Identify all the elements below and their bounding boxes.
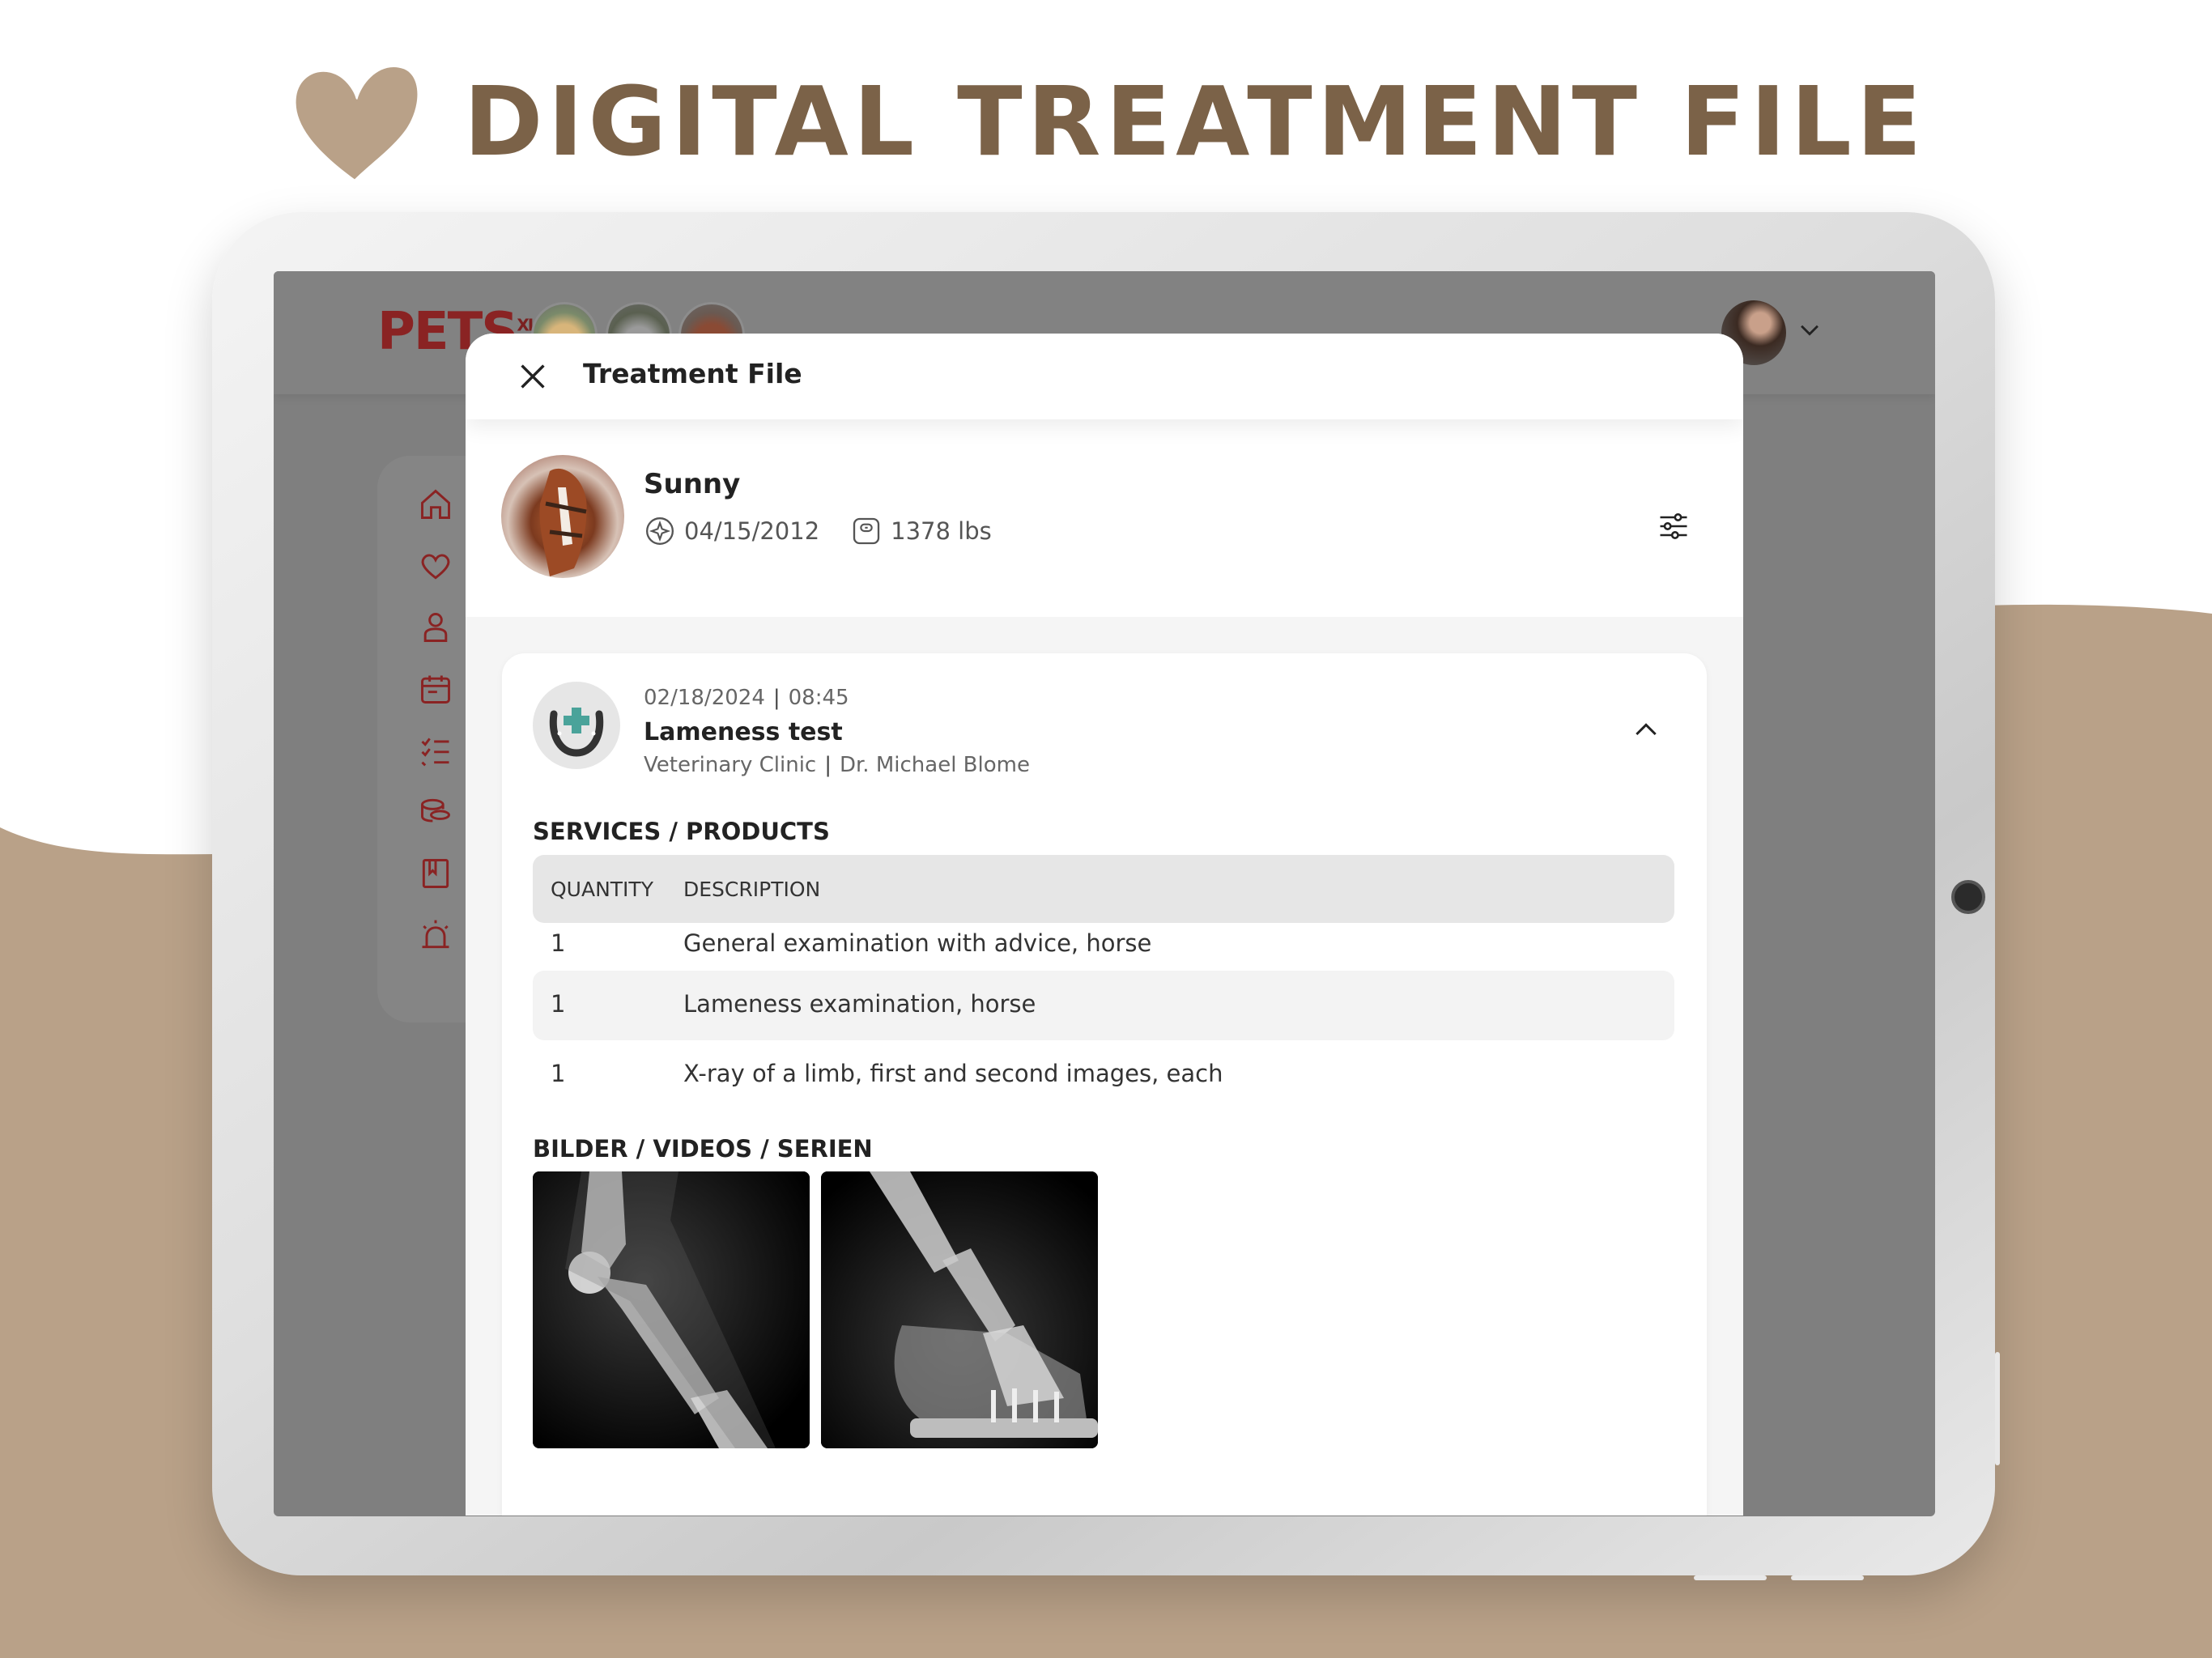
modal-header: Treatment File: [466, 334, 1743, 419]
home-icon[interactable]: [418, 487, 453, 522]
chevron-up-icon[interactable]: [1630, 714, 1662, 746]
pet-info: Sunny 04/15/2012 1378 lbs: [466, 419, 1743, 617]
weight-icon: [853, 517, 880, 545]
treatment-title: Lameness test: [644, 718, 843, 746]
table-row: 1 General examination with advice, horse: [533, 923, 1674, 968]
heart-icon[interactable]: [418, 548, 453, 584]
headline: DIGITAL TREATMENT FILE: [0, 45, 2212, 198]
pet-meta: 04/15/2012 1378 lbs: [644, 515, 992, 547]
services-heading: SERVICES / PRODUCTS: [533, 818, 830, 845]
tablet-bottom-button: [1694, 1575, 1767, 1580]
treatment-datetime: 02/18/2024 | 08:45: [644, 686, 849, 710]
tablet-bottom-button: [1791, 1575, 1864, 1580]
vet-icon[interactable]: [418, 610, 453, 645]
services-table-header: QUANTITY DESCRIPTION: [533, 855, 1674, 923]
tablet-side-button: [1995, 1352, 2000, 1465]
treatment-card: 02/18/2024 | 08:45 Lameness test Veterinar…: [502, 653, 1707, 1516]
pet-name: Sunny: [644, 468, 741, 500]
xray-image[interactable]: [821, 1171, 1098, 1448]
column-quantity: QUANTITY: [551, 878, 653, 901]
checklist-icon[interactable]: [418, 733, 453, 768]
media-heading: BILDER / VIDEOS / SERIEN: [533, 1135, 873, 1163]
book-icon[interactable]: [418, 856, 453, 891]
coins-icon[interactable]: [418, 794, 453, 830]
pet-weight: 1378 lbs: [891, 517, 992, 545]
close-icon[interactable]: [514, 358, 551, 395]
table-row: 1 X-ray of a limb, first and second imag…: [533, 1042, 1674, 1112]
alarm-icon[interactable]: [418, 917, 453, 953]
filter-icon[interactable]: [1656, 508, 1691, 544]
table-row: 1 Lameness examination, horse: [533, 971, 1674, 1040]
treatment-file-modal: Treatment File Sunny 04/15/2012 1378 lbs: [466, 334, 1743, 1516]
treatment-type-icon: [533, 682, 620, 769]
pet-photo: [501, 455, 624, 578]
heart-icon: [296, 66, 418, 180]
birthday-icon: [646, 517, 674, 545]
xray-image[interactable]: [533, 1171, 810, 1448]
pet-birthdate: 04/15/2012: [684, 517, 820, 545]
chevron-down-icon[interactable]: [1796, 316, 1823, 343]
calendar-icon[interactable]: [418, 671, 453, 707]
modal-title: Treatment File: [583, 358, 802, 389]
column-description: DESCRIPTION: [683, 878, 821, 901]
headline-title: DIGITAL TREATMENT FILE: [463, 66, 1927, 177]
treatment-provider: Veterinary Clinic | Dr. Michael Blome: [644, 753, 1030, 777]
tablet-camera: [1951, 880, 1985, 914]
